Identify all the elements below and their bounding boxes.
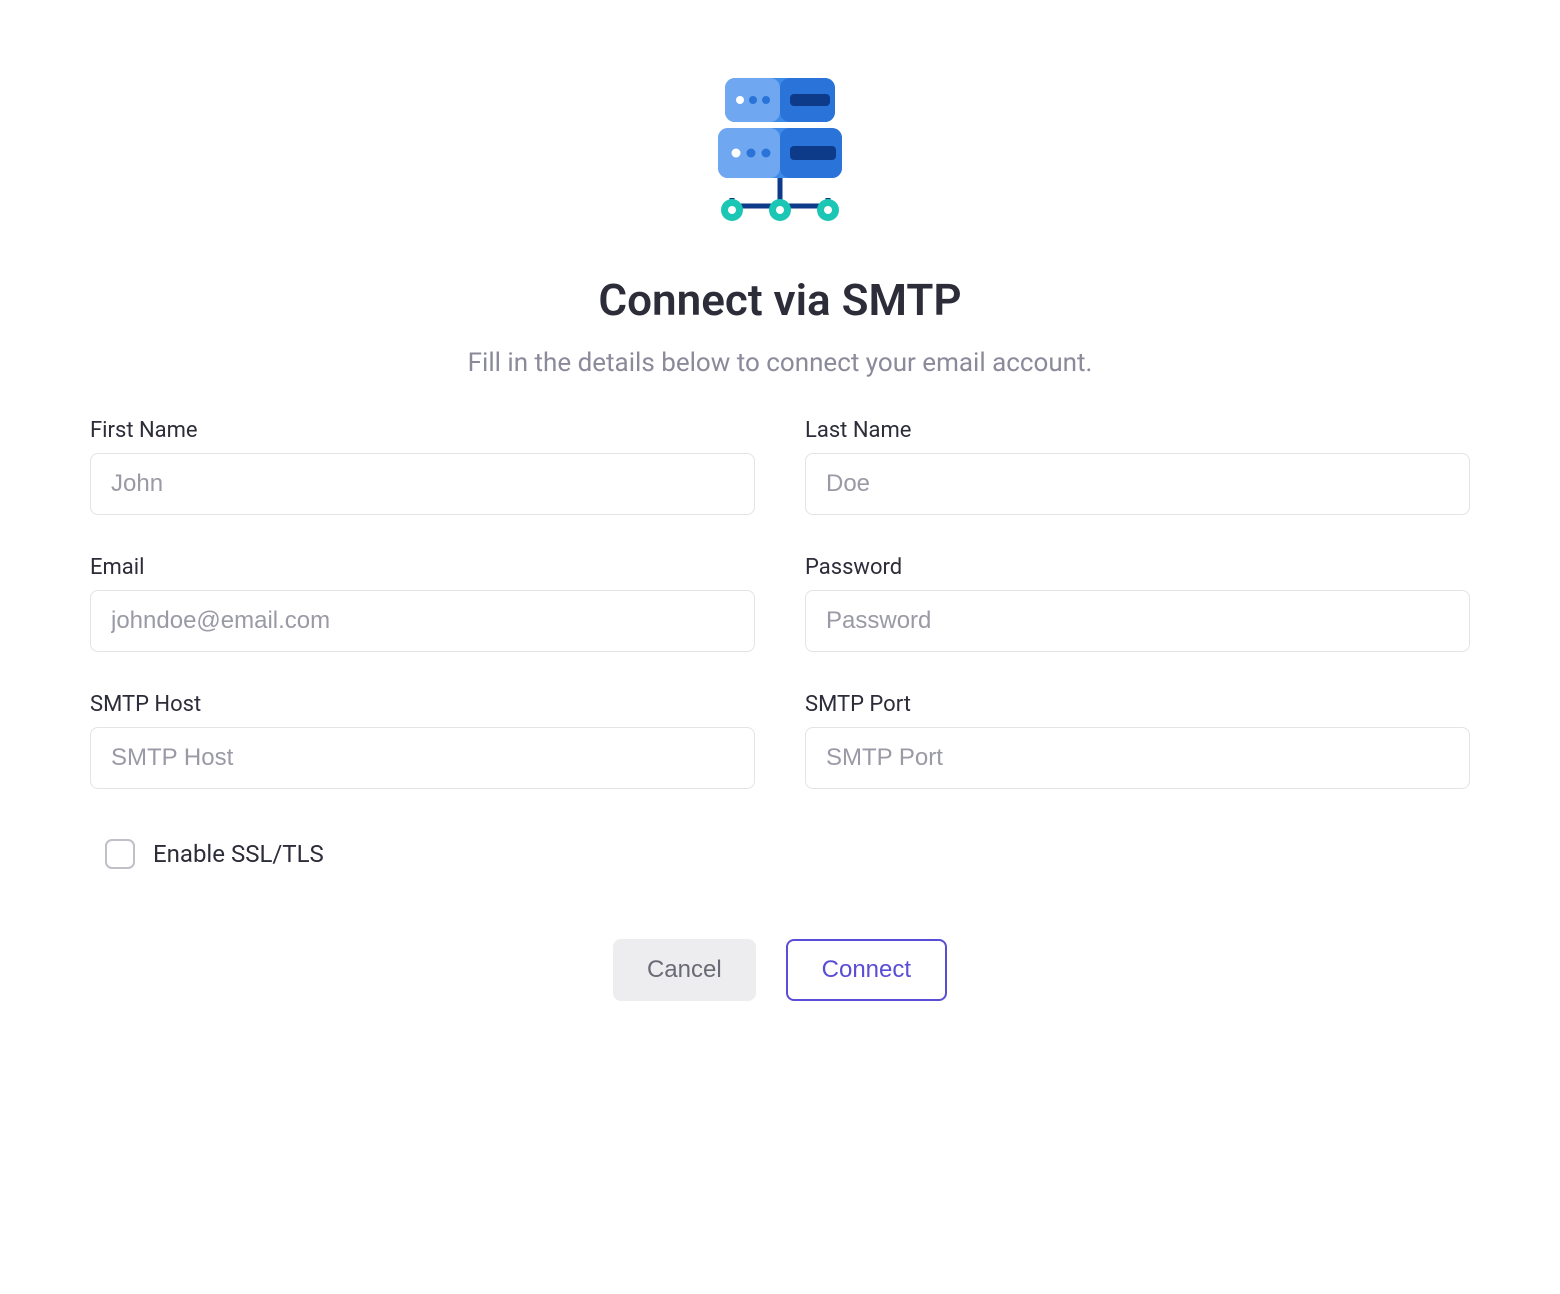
last-name-label: Last Name (805, 418, 1470, 443)
first-name-label: First Name (90, 418, 755, 443)
cancel-button[interactable]: Cancel (613, 939, 756, 1001)
password-field-group: Password (805, 555, 1470, 652)
last-name-input[interactable] (805, 453, 1470, 515)
smtp-host-input[interactable] (90, 727, 755, 789)
password-label: Password (805, 555, 1470, 580)
server-icon (700, 70, 860, 244)
page-title: Connect via SMTP (598, 274, 961, 326)
smtp-port-label: SMTP Port (805, 692, 1470, 717)
smtp-form: First Name Last Name Email Password SMTP… (90, 418, 1470, 789)
smtp-host-field-group: SMTP Host (90, 692, 755, 789)
smtp-port-input[interactable] (805, 727, 1470, 789)
ssl-checkbox-row: Enable SSL/TLS (90, 839, 1470, 869)
last-name-field-group: Last Name (805, 418, 1470, 515)
smtp-port-field-group: SMTP Port (805, 692, 1470, 789)
ssl-checkbox[interactable] (105, 839, 135, 869)
ssl-checkbox-label: Enable SSL/TLS (153, 840, 324, 868)
password-input[interactable] (805, 590, 1470, 652)
smtp-host-label: SMTP Host (90, 692, 755, 717)
connect-button[interactable]: Connect (786, 939, 947, 1001)
email-label: Email (90, 555, 755, 580)
first-name-field-group: First Name (90, 418, 755, 515)
page-subtitle: Fill in the details below to connect you… (468, 348, 1093, 378)
email-field-group: Email (90, 555, 755, 652)
first-name-input[interactable] (90, 453, 755, 515)
button-row: Cancel Connect (90, 939, 1470, 1001)
email-input[interactable] (90, 590, 755, 652)
